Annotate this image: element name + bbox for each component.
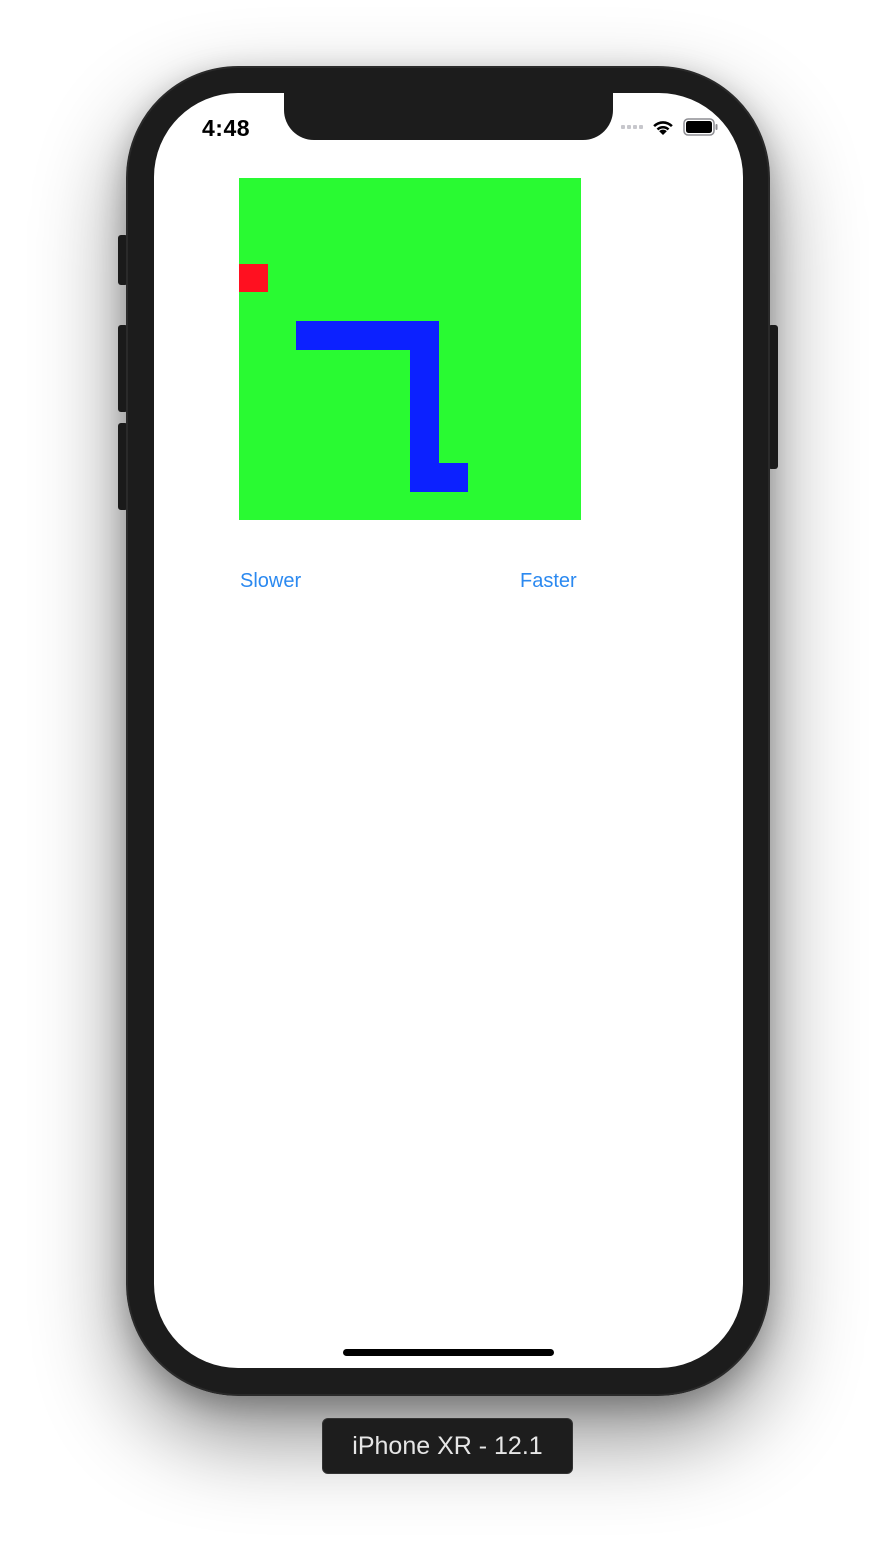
- device-label: iPhone XR - 12.1: [322, 1418, 573, 1474]
- status-time: 4:48: [202, 115, 251, 141]
- snake-segment: [410, 320, 439, 350]
- status-icons: [621, 118, 719, 136]
- food-cell: [239, 263, 268, 292]
- notch: [284, 93, 613, 140]
- device-screen: 4:48 Slower Faster: [154, 93, 743, 1368]
- snake-segment: [410, 463, 439, 492]
- snake-segment: [353, 320, 382, 350]
- snake-segment: [438, 463, 468, 492]
- faster-button[interactable]: Faster: [520, 570, 577, 593]
- snake-segment: [381, 320, 411, 350]
- game-board[interactable]: [239, 178, 581, 520]
- simulator-stage: 4:48 Slower Faster iPhone XR - 12.1: [0, 0, 896, 1558]
- snake-segment: [296, 320, 325, 350]
- wifi-icon: [653, 121, 673, 135]
- slower-button[interactable]: Slower: [240, 570, 301, 593]
- snake-segment: [324, 320, 354, 350]
- snake-segment: [410, 377, 439, 407]
- snake-segment: [410, 349, 439, 378]
- snake-segment: [410, 406, 439, 435]
- cellular-signal-icon: [621, 125, 643, 129]
- snake-segment: [410, 434, 439, 464]
- battery-icon: [683, 118, 718, 136]
- home-indicator[interactable]: [343, 1349, 554, 1356]
